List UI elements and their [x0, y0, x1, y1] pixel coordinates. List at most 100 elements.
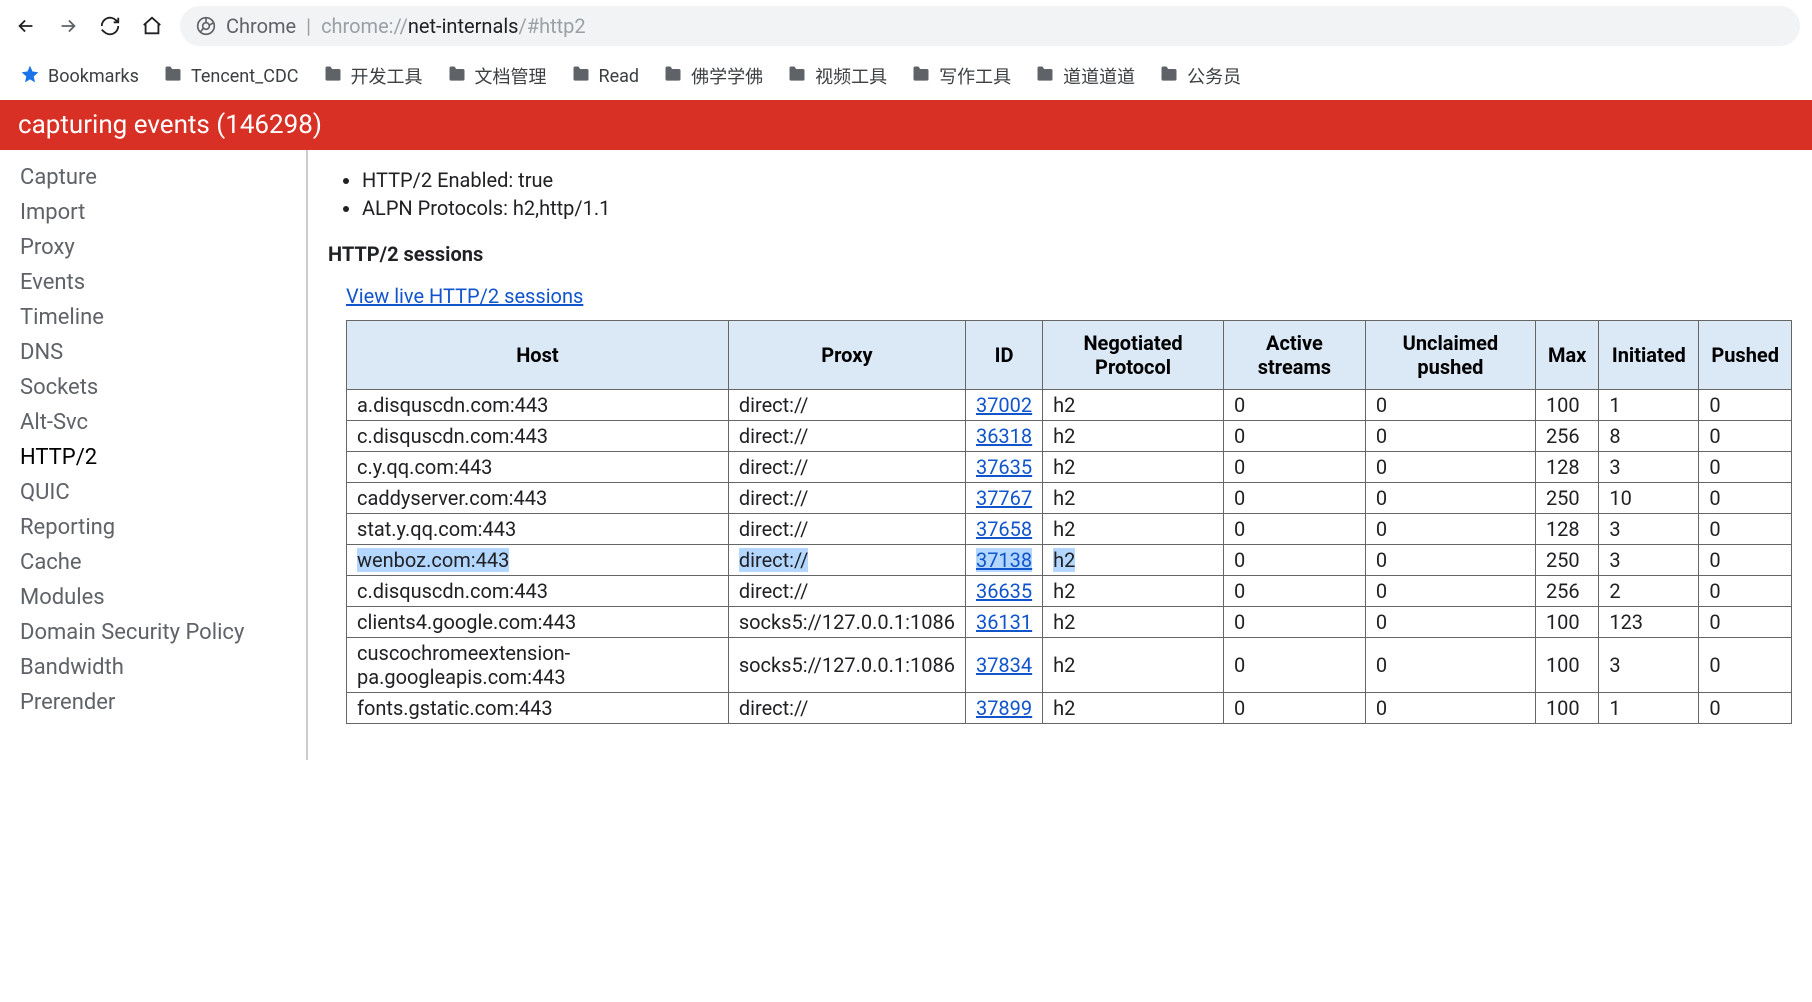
- table-cell: 0: [1365, 607, 1535, 638]
- session-id-link[interactable]: 37002: [976, 393, 1032, 417]
- table-cell: direct://: [728, 390, 965, 421]
- status-banner[interactable]: capturing events (146298): [0, 100, 1812, 150]
- table-cell-id: 36318: [965, 421, 1042, 452]
- table-row[interactable]: c.y.qq.com:443direct://37635h20012830: [347, 452, 1792, 483]
- session-id-link[interactable]: 36131: [976, 610, 1032, 634]
- table-cell: 100: [1535, 693, 1598, 724]
- table-cell: 256: [1535, 576, 1598, 607]
- table-cell: 0: [1223, 545, 1365, 576]
- table-cell: direct://: [728, 514, 965, 545]
- table-row[interactable]: caddyserver.com:443direct://37767h200250…: [347, 483, 1792, 514]
- table-cell: 8: [1599, 421, 1699, 452]
- table-row[interactable]: wenboz.com:443direct://37138h20025030: [347, 545, 1792, 576]
- sidebar-item-prerender[interactable]: Prerender: [20, 685, 306, 720]
- table-row[interactable]: fonts.gstatic.com:443direct://37899h2001…: [347, 693, 1792, 724]
- bookmark-folder[interactable]: 公务员: [1159, 63, 1241, 89]
- sidebar-item-capture[interactable]: Capture: [20, 160, 306, 195]
- table-cell: 0: [1223, 390, 1365, 421]
- bookmark-folder[interactable]: 开发工具: [323, 63, 423, 89]
- url-bar[interactable]: Chrome | chrome://net-internals/#http2: [180, 6, 1800, 46]
- sidebar-item-proxy[interactable]: Proxy: [20, 230, 306, 265]
- sidebar-item-reporting[interactable]: Reporting: [20, 510, 306, 545]
- table-cell: h2: [1043, 483, 1224, 514]
- bookmark-folder[interactable]: 道道道道: [1035, 63, 1135, 89]
- table-row[interactable]: clients4.google.com:443socks5://127.0.0.…: [347, 607, 1792, 638]
- table-row[interactable]: stat.y.qq.com:443direct://37658h20012830: [347, 514, 1792, 545]
- sidebar-item-domain-security-policy[interactable]: Domain Security Policy: [20, 615, 306, 650]
- table-cell: c.disquscdn.com:443: [347, 421, 729, 452]
- session-id-link[interactable]: 37899: [976, 696, 1032, 720]
- view-live-sessions-link[interactable]: View live HTTP/2 sessions: [346, 284, 583, 308]
- table-cell: direct://: [728, 483, 965, 514]
- session-id-link[interactable]: 37635: [976, 455, 1032, 479]
- bookmark-folder-label: 道道道道: [1063, 63, 1135, 89]
- bookmark-folder[interactable]: 佛学学佛: [663, 63, 763, 89]
- bookmark-folder[interactable]: Tencent_CDC: [163, 63, 299, 89]
- table-row[interactable]: cuscochromeextension-pa.googleapis.com:4…: [347, 638, 1792, 693]
- column-header: Negotiated Protocol: [1043, 321, 1224, 390]
- sidebar: CaptureImportProxyEventsTimelineDNSSocke…: [0, 150, 308, 760]
- session-id-link[interactable]: 37658: [976, 517, 1032, 541]
- table-cell: clients4.google.com:443: [347, 607, 729, 638]
- table-cell: socks5://127.0.0.1:1086: [728, 638, 965, 693]
- table-cell: direct://: [728, 421, 965, 452]
- table-row[interactable]: a.disquscdn.com:443direct://37002h200100…: [347, 390, 1792, 421]
- table-cell: 0: [1223, 452, 1365, 483]
- table-row[interactable]: c.disquscdn.com:443direct://36635h200256…: [347, 576, 1792, 607]
- table-cell: 10: [1599, 483, 1699, 514]
- sidebar-item-bandwidth[interactable]: Bandwidth: [20, 650, 306, 685]
- table-cell: h2: [1043, 452, 1224, 483]
- bookmarks-menu[interactable]: Bookmarks: [20, 64, 139, 89]
- bookmark-folder[interactable]: 写作工具: [911, 63, 1011, 89]
- forward-button[interactable]: [54, 12, 82, 40]
- back-button[interactable]: [12, 12, 40, 40]
- sidebar-item-events[interactable]: Events: [20, 265, 306, 300]
- table-cell: 250: [1535, 545, 1598, 576]
- table-cell: 0: [1699, 576, 1792, 607]
- session-id-link[interactable]: 36635: [976, 579, 1032, 603]
- sidebar-item-cache[interactable]: Cache: [20, 545, 306, 580]
- folder-icon: [663, 64, 683, 89]
- bookmark-folder-label: 文档管理: [475, 63, 547, 89]
- bookmark-folder[interactable]: 视频工具: [787, 63, 887, 89]
- table-cell: 0: [1699, 483, 1792, 514]
- sidebar-item-sockets[interactable]: Sockets: [20, 370, 306, 405]
- sidebar-item-quic[interactable]: QUIC: [20, 475, 306, 510]
- bookmark-folder-label: Tencent_CDC: [191, 66, 299, 87]
- sidebar-item-dns[interactable]: DNS: [20, 335, 306, 370]
- table-cell: h2: [1043, 693, 1224, 724]
- table-cell-id: 37138: [965, 545, 1042, 576]
- table-cell: 0: [1365, 452, 1535, 483]
- sidebar-item-timeline[interactable]: Timeline: [20, 300, 306, 335]
- column-header: Proxy: [728, 321, 965, 390]
- bookmarks-label: Bookmarks: [48, 66, 139, 87]
- table-cell: 1: [1599, 390, 1699, 421]
- table-cell: h2: [1043, 421, 1224, 452]
- bookmark-folder[interactable]: 文档管理: [447, 63, 547, 89]
- column-header: Max: [1535, 321, 1598, 390]
- sidebar-item-http-2[interactable]: HTTP/2: [20, 440, 306, 475]
- reload-button[interactable]: [96, 12, 124, 40]
- table-cell: 0: [1365, 545, 1535, 576]
- column-header: Host: [347, 321, 729, 390]
- sidebar-item-import[interactable]: Import: [20, 195, 306, 230]
- session-id-link[interactable]: 37138: [976, 548, 1032, 572]
- sidebar-item-modules[interactable]: Modules: [20, 580, 306, 615]
- table-cell: 100: [1535, 607, 1598, 638]
- home-button[interactable]: [138, 12, 166, 40]
- table-cell: cuscochromeextension-pa.googleapis.com:4…: [347, 638, 729, 693]
- session-id-link[interactable]: 37834: [976, 653, 1032, 677]
- table-cell: 3: [1599, 514, 1699, 545]
- bookmark-folder[interactable]: Read: [571, 63, 640, 89]
- table-cell: caddyserver.com:443: [347, 483, 729, 514]
- folder-icon: [323, 64, 343, 89]
- sidebar-item-alt-svc[interactable]: Alt-Svc: [20, 405, 306, 440]
- table-row[interactable]: c.disquscdn.com:443direct://36318h200256…: [347, 421, 1792, 452]
- table-cell-id: 37834: [965, 638, 1042, 693]
- session-id-link[interactable]: 37767: [976, 486, 1032, 510]
- session-id-link[interactable]: 36318: [976, 424, 1032, 448]
- table-cell: c.y.qq.com:443: [347, 452, 729, 483]
- table-cell: fonts.gstatic.com:443: [347, 693, 729, 724]
- url-app-label: Chrome: [226, 14, 296, 38]
- bookmark-folder-label: 写作工具: [939, 63, 1011, 89]
